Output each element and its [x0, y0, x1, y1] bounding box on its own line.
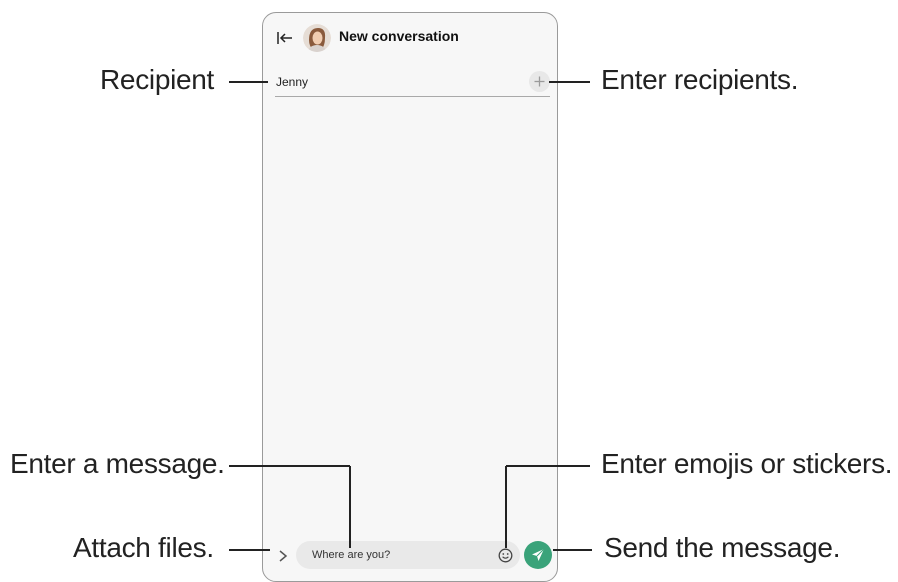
callout-send-message: Send the message. — [604, 532, 841, 563]
message-composer: Where are you? — [263, 541, 557, 571]
smiley-icon[interactable] — [498, 548, 513, 563]
recipient-name: Jenny — [276, 75, 309, 89]
page-title: New conversation — [339, 28, 459, 44]
send-button[interactable] — [524, 541, 552, 569]
callout-recipient: Recipient — [100, 64, 215, 95]
add-recipient-button[interactable] — [529, 71, 550, 92]
recipient-field[interactable]: Jenny — [275, 70, 550, 97]
app-header: New conversation — [263, 23, 557, 53]
callout-enter-recipients: Enter recipients. — [601, 64, 799, 95]
back-icon[interactable] — [276, 29, 294, 47]
callout-enter-message: Enter a message. — [10, 448, 225, 479]
phone-screen: New conversation Jenny Where are you? — [262, 12, 558, 582]
callout-enter-emojis: Enter emojis or stickers. — [601, 448, 893, 479]
avatar[interactable] — [303, 24, 331, 52]
plus-icon — [534, 76, 545, 87]
message-text: Where are you? — [312, 549, 391, 561]
message-input[interactable]: Where are you? — [296, 541, 520, 569]
chevron-right-icon[interactable] — [277, 547, 289, 565]
callout-attach-files: Attach files. — [73, 532, 214, 563]
paper-plane-icon — [532, 548, 545, 561]
